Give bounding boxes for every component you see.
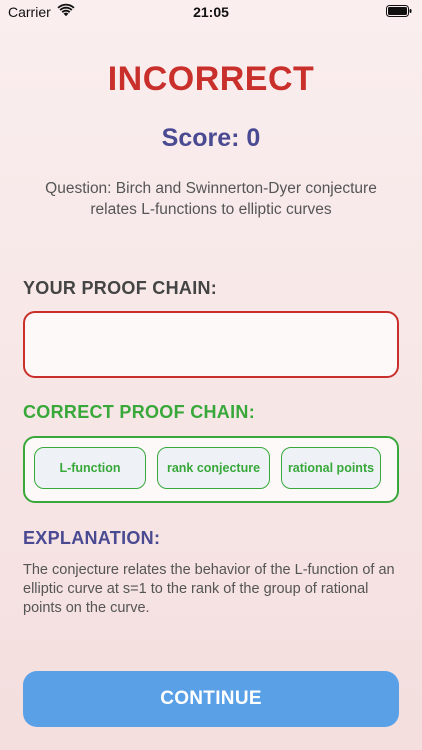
your-proof-chain-heading: YOUR PROOF CHAIN: bbox=[23, 278, 218, 298]
battery-icon bbox=[386, 5, 412, 17]
explanation-text: The conjecture relates the behavior of t… bbox=[23, 562, 395, 616]
correct-proof-chain-heading: CORRECT PROOF CHAIN: bbox=[23, 402, 255, 422]
question-text: Question: Birch and Swinnerton-Dyer conj… bbox=[45, 180, 377, 218]
proof-chip: rational points bbox=[281, 447, 381, 489]
correct-proof-chain-box: L-function rank conjecture rational poin… bbox=[23, 436, 399, 503]
explanation-heading: EXPLANATION: bbox=[23, 528, 161, 548]
status-time: 21:05 bbox=[193, 4, 229, 20]
proof-chip: rank conjecture bbox=[157, 447, 270, 489]
status-bar: Carrier 21:05 bbox=[0, 0, 422, 24]
proof-chip: L-function bbox=[34, 447, 146, 489]
continue-button[interactable]: CONTINUE bbox=[23, 671, 399, 727]
score-label: Score: 0 bbox=[161, 124, 261, 152]
result-title: INCORRECT bbox=[107, 60, 315, 98]
your-proof-chain-box bbox=[23, 311, 399, 378]
